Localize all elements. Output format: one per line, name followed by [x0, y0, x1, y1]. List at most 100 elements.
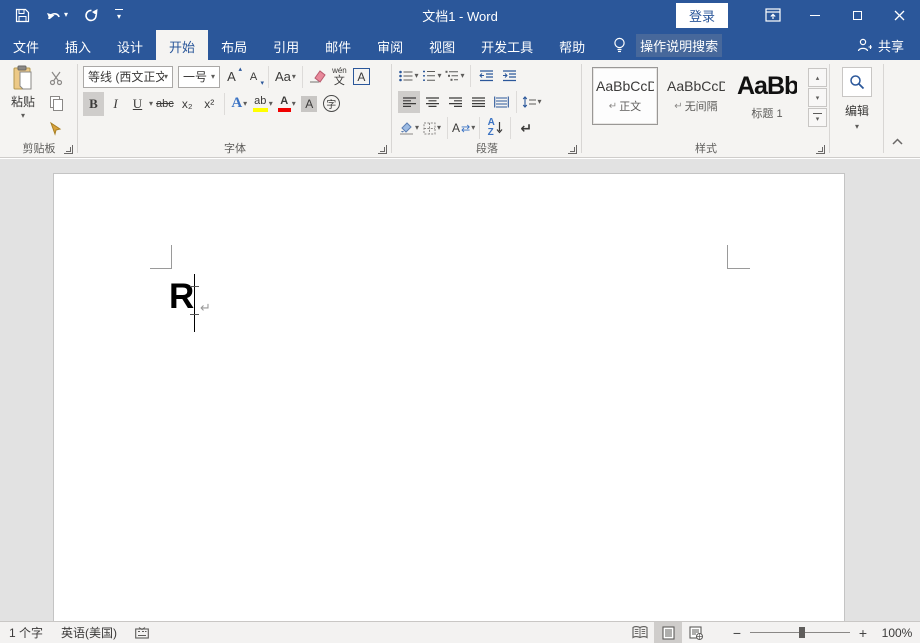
bold-button[interactable]: B — [83, 92, 104, 116]
zoom-out-button[interactable]: − — [726, 625, 748, 641]
increase-indent-button[interactable] — [498, 65, 520, 87]
align-right-button[interactable] — [444, 91, 466, 113]
styles-dialog-launcher[interactable] — [816, 145, 825, 154]
italic-button[interactable]: I — [105, 92, 126, 116]
shading-button[interactable]: ▾ — [398, 117, 420, 139]
character-border-button[interactable]: A — [351, 65, 372, 89]
line-spacing-button[interactable]: ▾ — [521, 91, 543, 113]
maximize-button[interactable] — [836, 0, 878, 30]
tell-me-search-input[interactable]: 操作说明搜索 — [636, 34, 722, 57]
font-dialog-launcher[interactable] — [378, 145, 387, 154]
save-icon[interactable] — [15, 8, 30, 23]
align-left-button[interactable] — [398, 91, 420, 113]
tab-mailings[interactable]: 邮件 — [312, 30, 364, 60]
undo-button[interactable]: ▾ — [46, 9, 68, 22]
superscript-button[interactable]: x² — [199, 92, 220, 116]
minimize-button[interactable] — [794, 0, 836, 30]
clipboard-dialog-launcher[interactable] — [64, 145, 73, 154]
enclose-characters-button[interactable]: 字 — [321, 92, 342, 116]
editing-group-button-label[interactable]: 编辑 — [845, 102, 869, 119]
customize-quick-access-toolbar-button[interactable]: ▾ — [115, 9, 123, 21]
borders-button[interactable]: ▾ — [421, 117, 443, 139]
zoom-in-button[interactable]: + — [852, 625, 874, 641]
language-indicator[interactable]: 英语(美国) — [52, 624, 126, 641]
styles-scroll-down-button[interactable]: ▾ — [808, 88, 827, 107]
read-mode-view-button[interactable] — [626, 622, 654, 643]
font-name-value: 等线 (西文正文 — [88, 68, 164, 85]
undo-dropdown-icon[interactable]: ▾ — [64, 11, 68, 19]
ribbon-display-options-icon[interactable] — [752, 0, 794, 30]
tab-view[interactable]: 视图 — [416, 30, 468, 60]
document-page[interactable]: R ↵ — [53, 173, 845, 621]
margin-crop-mark-top-right — [727, 245, 750, 269]
grow-font-button[interactable]: A▴ — [221, 65, 242, 89]
find-button[interactable] — [842, 67, 872, 97]
text-effects-button[interactable]: A▾ — [229, 92, 250, 116]
zoom-level[interactable]: 100% — [874, 626, 920, 640]
input-mode-icon[interactable] — [126, 627, 158, 639]
subscript-button[interactable]: x₂ — [177, 92, 198, 116]
paragraph-dialog-launcher[interactable] — [568, 145, 577, 154]
tab-file[interactable]: 文件 — [0, 30, 52, 60]
word-count[interactable]: 1 个字 — [0, 624, 52, 641]
title-bar: 文档1 - Word ▾ ▾ 登录 — [0, 0, 920, 30]
tab-layout[interactable]: 布局 — [208, 30, 260, 60]
asian-layout-button[interactable]: A⇄▾ — [452, 117, 475, 139]
editing-dropdown-icon[interactable]: ▾ — [855, 123, 859, 131]
cut-button[interactable] — [44, 67, 68, 89]
font-name-select[interactable]: 等线 (西文正文 ▾ — [83, 66, 173, 88]
copy-button[interactable] — [44, 92, 68, 114]
decrease-indent-button[interactable] — [475, 65, 497, 87]
sign-in-button[interactable]: 登录 — [676, 3, 728, 28]
tab-help[interactable]: 帮助 — [546, 30, 598, 60]
editing-group: 编辑 ▾ — [830, 60, 884, 157]
text-highlight-color-button[interactable]: ab ▾ — [251, 92, 275, 116]
style-normal[interactable]: AaBbCcDc ↵正文 — [592, 67, 658, 125]
tab-insert[interactable]: 插入 — [52, 30, 104, 60]
close-button[interactable] — [878, 0, 920, 30]
document-text[interactable]: R — [169, 278, 194, 317]
collapse-ribbon-button[interactable] — [886, 133, 908, 149]
share-button[interactable]: 共享 — [857, 30, 920, 60]
style-heading1[interactable]: AaBb 标题 1 — [734, 67, 800, 125]
document-area[interactable]: R ↵ — [0, 159, 920, 621]
status-bar: 1 个字 英语(美国) − + 100% — [0, 621, 920, 643]
tab-design[interactable]: 设计 — [104, 30, 156, 60]
show-hide-marks-button[interactable]: ↵ — [515, 117, 537, 139]
change-case-button[interactable]: Aa▾ — [273, 65, 298, 89]
paste-label: 粘贴 — [11, 93, 35, 110]
zoom-slider-thumb[interactable] — [799, 627, 805, 638]
tab-references[interactable]: 引用 — [260, 30, 312, 60]
print-layout-view-button[interactable] — [654, 622, 682, 643]
styles-gallery-more-button[interactable]: ▾ — [808, 108, 827, 127]
clear-formatting-button[interactable] — [307, 65, 328, 89]
paste-dropdown-icon[interactable]: ▾ — [21, 112, 25, 120]
phonetic-guide-button[interactable]: wén 文 — [329, 65, 350, 89]
numbering-button[interactable]: ▾ — [421, 65, 443, 87]
align-center-button[interactable] — [421, 91, 443, 113]
tab-home[interactable]: 开始 — [156, 30, 208, 60]
shrink-font-button[interactable]: A▾ — [243, 65, 264, 89]
strikethrough-button[interactable]: abc — [154, 92, 176, 116]
distributed-button[interactable] — [490, 91, 512, 113]
zoom-slider[interactable] — [750, 632, 850, 633]
underline-button[interactable]: U — [127, 92, 148, 116]
multilevel-list-button[interactable]: ▾ — [444, 65, 466, 87]
underline-dropdown-icon[interactable]: ▾ — [149, 100, 153, 108]
font-color-button[interactable]: A ▾ — [276, 92, 298, 116]
tab-developer[interactable]: 开发工具 — [468, 30, 546, 60]
highlight-color-swatch — [253, 108, 268, 112]
bullets-button[interactable]: ▾ — [398, 65, 420, 87]
sort-button[interactable]: AZ — [484, 117, 506, 139]
font-color-swatch — [278, 108, 291, 112]
redo-button[interactable] — [84, 8, 99, 23]
styles-scroll-up-button[interactable]: ▴ — [808, 68, 827, 87]
web-layout-view-button[interactable] — [682, 622, 710, 643]
paste-button[interactable]: 粘贴 ▾ — [2, 63, 44, 141]
font-size-select[interactable]: 一号 ▾ — [178, 66, 220, 88]
justify-button[interactable] — [467, 91, 489, 113]
character-shading-button[interactable]: A — [299, 92, 320, 116]
style-no-spacing[interactable]: AaBbCcDc ↵无间隔 — [663, 67, 729, 125]
tab-review[interactable]: 审阅 — [364, 30, 416, 60]
format-painter-button[interactable] — [44, 117, 68, 139]
